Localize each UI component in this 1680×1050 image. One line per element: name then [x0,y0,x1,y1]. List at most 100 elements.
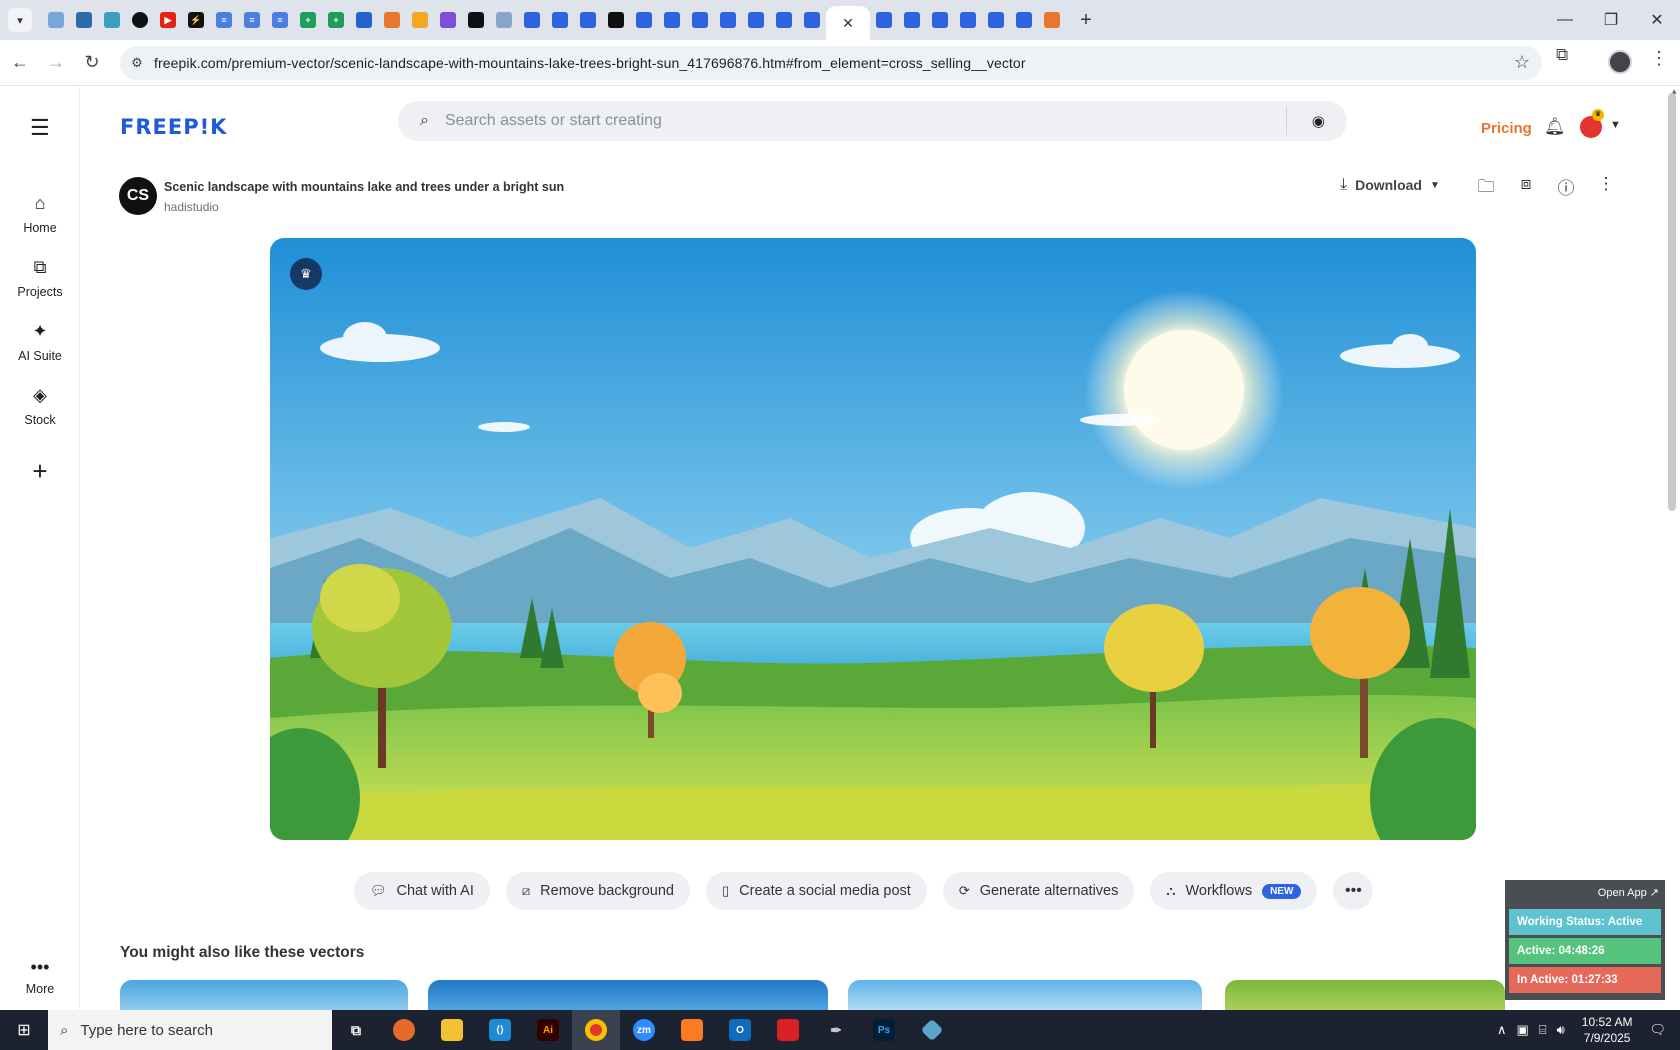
file-explorer-icon[interactable] [428,1010,476,1050]
browser-tab[interactable] [798,0,826,40]
browser-tab[interactable] [926,0,954,40]
chrome-icon[interactable] [572,1010,620,1050]
xampp-icon[interactable] [668,1010,716,1050]
add-button[interactable]: + [20,451,60,491]
related-thumbnail[interactable] [428,980,828,1010]
site-info-icon[interactable]: ⚙ [120,55,154,71]
sidebar-item-more[interactable]: ••• More [0,957,80,996]
browser-tab[interactable] [350,0,378,40]
more-actions-button[interactable]: ••• [1333,872,1374,910]
remove-background-button[interactable]: ⧄ Remove background [505,872,690,910]
browser-tab[interactable] [714,0,742,40]
sidebar-item-projects[interactable]: ⧉ Projects [0,257,80,299]
browser-tab[interactable] [1010,0,1038,40]
vscode-icon[interactable]: ⟨⟩ [476,1010,524,1050]
taskbar-clock[interactable]: 10:52 AM 7/9/2025 [1582,1014,1633,1046]
profile-avatar[interactable] [1608,50,1632,74]
notifications-icon[interactable]: 🗨︎ [1649,1022,1666,1038]
browser-tab[interactable] [546,0,574,40]
browser-tab[interactable] [406,0,434,40]
back-icon[interactable]: ← [2,45,38,81]
browser-tab[interactable] [42,0,70,40]
taskbar-search[interactable]: ⌕ Type here to search [48,1010,332,1050]
app-icon[interactable] [908,1010,956,1050]
restore-icon[interactable]: ❐ [1588,0,1634,40]
new-tab-button[interactable]: + [1072,9,1100,32]
url-text[interactable]: freepik.com/premium-vector/scenic-landsc… [154,55,1026,71]
browser-tab[interactable] [490,0,518,40]
browser-tab[interactable] [126,0,154,40]
freepik-logo[interactable]: FREEP!K [120,115,227,139]
related-thumbnail[interactable] [848,980,1202,1010]
download-button[interactable]: ⤓ Download ▼ [1340,173,1440,197]
bell-icon[interactable]: 🔔︎ [1544,117,1566,137]
browser-tab[interactable] [954,0,982,40]
browser-tab[interactable] [630,0,658,40]
author-name[interactable]: hadistudio [164,200,219,214]
pricing-link[interactable]: Pricing [1481,120,1532,137]
browser-tab[interactable]: ≡ [266,0,294,40]
camera-icon[interactable]: ◉ [1312,112,1325,130]
workflows-button[interactable]: ⛬ Workflows NEW [1150,872,1318,910]
browser-tab[interactable] [602,0,630,40]
reload-icon[interactable]: ↻ [74,45,110,81]
close-window-icon[interactable]: ✕ [1634,0,1680,40]
hamburger-menu-icon[interactable]: ☰ [30,115,50,141]
browser-menu-icon[interactable]: ⋮ [1650,48,1668,69]
forward-icon[interactable]: → [38,45,74,81]
browser-tab[interactable] [574,0,602,40]
task-view-icon[interactable]: ⧉ [332,1010,380,1050]
tab-search-button[interactable]: ▾ [8,8,32,32]
browser-tab[interactable] [898,0,926,40]
generate-alternatives-button[interactable]: ⟳ Generate alternatives [942,872,1135,910]
asset-preview-image[interactable]: ♛ [270,238,1476,840]
author-avatar[interactable]: CS [119,177,157,215]
search-input[interactable] [444,112,1225,130]
browser-tab[interactable] [658,0,686,40]
browser-tab[interactable]: ≡ [238,0,266,40]
illustrator-icon[interactable]: Ai [524,1010,572,1050]
browser-tab[interactable]: + [322,0,350,40]
info-icon[interactable]: ⓘ [1554,174,1578,199]
related-thumbnail[interactable] [1225,980,1505,1010]
more-vertical-icon[interactable]: ⋮ [1594,174,1618,194]
photoshop-icon[interactable]: Ps [860,1010,908,1050]
firefox-icon[interactable] [380,1010,428,1050]
windows-start-icon[interactable]: ⊞ [0,1010,48,1050]
related-thumbnail[interactable] [120,980,408,1010]
browser-tab[interactable]: ⚡ [182,0,210,40]
browser-tab[interactable]: + [294,0,322,40]
network-icon[interactable]: ⌸ [1539,1022,1547,1038]
browser-tab[interactable] [378,0,406,40]
bookmark-star-icon[interactable]: ☆ [1514,52,1530,73]
address-bar[interactable]: ⚙ freepik.com/premium-vector/scenic-land… [120,46,1542,80]
browser-tab[interactable] [462,0,490,40]
browser-tab[interactable] [982,0,1010,40]
browser-tab[interactable]: ▶ [154,0,182,40]
extensions-icon[interactable]: ⧉ [1556,45,1568,65]
folder-icon[interactable]: 🗀︎ [1474,174,1498,203]
browser-tab-active[interactable]: ✕ [826,6,870,40]
creative-cloud-icon[interactable] [764,1010,812,1050]
device-icon[interactable]: ▣ [1516,1022,1528,1038]
volume-icon[interactable]: 🔊︎ [1557,1022,1565,1038]
sidebar-item-stock[interactable]: ◈ Stock [0,385,80,427]
sidebar-item-ai-suite[interactable]: ✦ AI Suite [0,321,80,363]
browser-tab[interactable] [1038,0,1066,40]
outlook-icon[interactable]: O [716,1010,764,1050]
social-media-post-button[interactable]: ▯ Create a social media post [705,872,927,910]
browser-tab[interactable] [870,0,898,40]
browser-tab[interactable] [518,0,546,40]
chat-with-ai-button[interactable]: 💬︎ Chat with AI [354,872,490,910]
browser-tab[interactable] [98,0,126,40]
page-scrollbar[interactable] [1668,93,1676,511]
open-app-link[interactable]: Open App ↗ [1509,886,1661,906]
browser-tab[interactable]: ≡ [210,0,238,40]
browser-tab[interactable] [686,0,714,40]
browser-tab[interactable] [770,0,798,40]
chevron-up-icon[interactable]: ∧ [1497,1022,1507,1038]
edit-image-icon[interactable]: ⧈ [1514,174,1538,194]
sidebar-item-home[interactable]: ⌂ Home [0,193,80,235]
browser-tab[interactable] [70,0,98,40]
minimize-icon[interactable]: — [1542,0,1588,40]
